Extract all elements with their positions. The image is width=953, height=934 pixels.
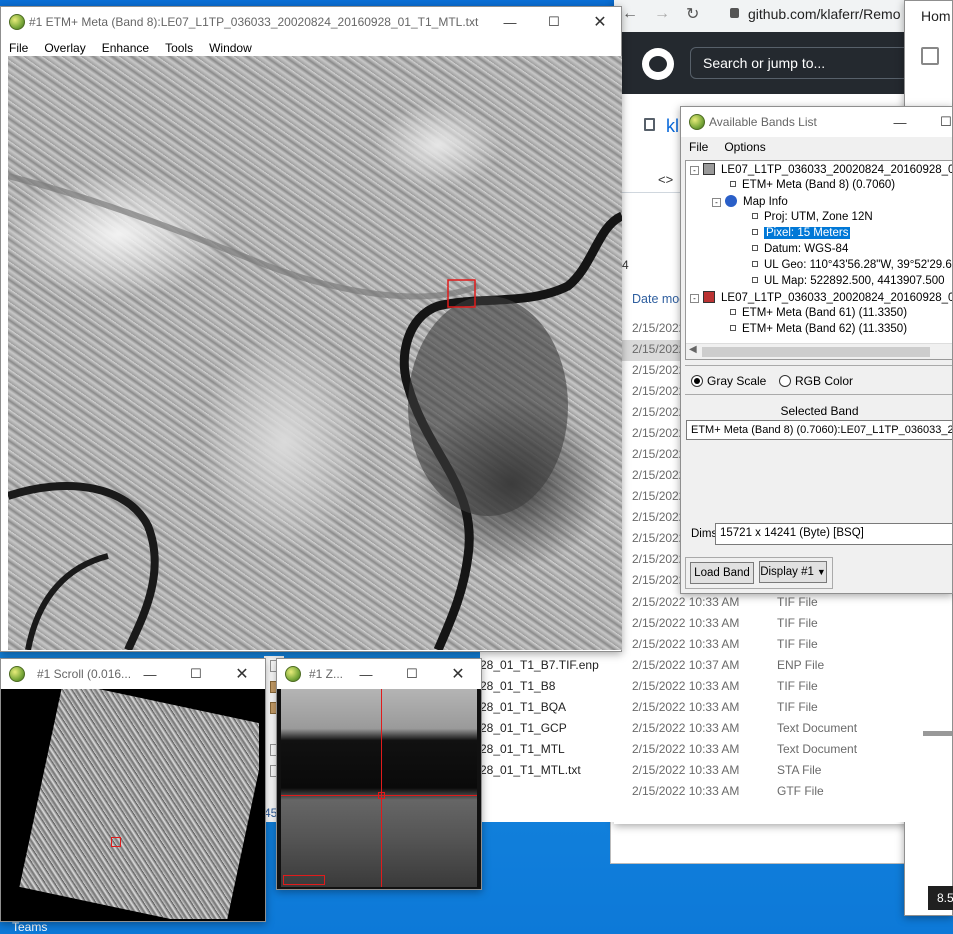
menu-options[interactable]: Options [716,137,773,159]
lock-icon [730,8,739,18]
tree-datum[interactable]: Datum: WGS-84 [752,243,848,255]
github-logo-icon[interactable] [642,48,674,80]
satellite-image-view[interactable] [8,56,622,650]
maximize-button[interactable]: ☐ [923,107,952,137]
envi-app-icon [9,666,25,682]
close-button[interactable]: ✕ [577,7,621,37]
main-window-title: #1 ETM+ Meta (Band 8):LE07_L1TP_036033_2… [29,15,479,29]
bands-menubar: File Options [681,137,952,159]
save-icon[interactable] [921,47,939,65]
maximize-button[interactable]: ☐ [389,659,435,689]
color-mode-group: Gray Scale RGB Color [685,365,952,395]
tree-band-8[interactable]: ETM+ Meta (Band 8) (0.7060) [730,179,895,191]
scroll-window: #1 Scroll (0.016... — ☐ ✕ [0,658,266,922]
envi-app-icon [689,114,705,130]
explorer-bottom-panel [610,820,910,864]
selected-band-field: ETM+ Meta (Band 8) (0.7060):LE07_L1TP_03… [686,420,952,440]
minimize-button[interactable]: — [127,659,173,689]
repo-name-fragment[interactable]: kl [666,116,679,137]
repo-tab-divider [622,192,682,193]
rgb-color-radio[interactable] [779,375,791,387]
gray-scale-radio[interactable] [691,375,703,387]
close-button[interactable]: ✕ [219,659,265,689]
envi-app-icon [9,14,25,30]
bands-window-titlebar[interactable]: Available Bands List — ☐ [681,107,952,137]
crosshair-center [378,792,385,799]
display-select[interactable]: Display #1 ▼ [759,561,827,583]
tree-band-62[interactable]: ETM+ Meta (Band 62) (11.3350) [730,323,907,335]
envi-app-icon [285,666,301,682]
globe-icon [725,195,737,207]
tree-ul-geo[interactable]: UL Geo: 110°43'56.28"W, 39°52'29.66" [752,259,952,271]
tree-file-1[interactable]: - LE07_L1TP_036033_20020824_20160928_01 [690,163,952,176]
load-band-button[interactable]: Load Band [690,562,754,584]
address-bar[interactable]: github.com/klaferr/Remo [748,6,901,22]
minimize-button[interactable]: — [487,7,533,37]
tree-map-info[interactable]: - Map Info [712,195,788,208]
tree-pixel[interactable]: Pixel: 15 Meters [752,227,851,239]
back-icon[interactable]: ← [622,5,638,23]
scroll-window-title: #1 Scroll (0.016... [37,667,132,681]
dropdown-arrow-icon: ▼ [816,567,826,577]
repo-book-icon [644,118,655,131]
forward-icon[interactable]: → [654,5,670,23]
scroll-position-box[interactable] [111,837,121,847]
count-fragment: 4 [622,258,629,272]
main-window-titlebar[interactable]: #1 ETM+ Meta (Band 8):LE07_L1TP_036033_2… [1,7,621,37]
list-item[interactable]: 2/15/2022 10:33 AM GTF File [480,781,910,802]
crosshair-vertical [381,689,382,887]
side-number-badge: 8.5 [928,886,953,910]
list-item[interactable]: 28_01_T1_B8 2/15/2022 10:33 AM TIF File [480,676,910,697]
zoom-controls[interactable] [283,875,325,885]
zoom-window-titlebar[interactable]: #1 Z... — ☐ ✕ [277,659,481,689]
minimize-button[interactable]: — [343,659,389,689]
minimize-button[interactable]: — [877,107,923,137]
list-item[interactable]: 28_01_T1_BQA 2/15/2022 10:33 AM TIF File [480,697,910,718]
bands-list-window: Available Bands List — ☐ File Options -L… [680,106,953,594]
tree-file-2[interactable]: - LE07_L1TP_036033_20020824_20160928_01 [690,291,952,304]
file-image-icon [703,163,715,175]
zoom-image[interactable] [281,689,477,887]
tree-band-61[interactable]: ETM+ Meta (Band 61) (11.3350) [730,307,907,319]
list-item[interactable]: 28_01_T1_B7.TIF.enp 2/15/2022 10:37 AM ENP… [480,655,910,676]
maximize-button[interactable]: ☐ [531,7,577,37]
tree-ul-map[interactable]: UL Map: 522892.500, 4413907.500 [752,275,945,287]
date-column-header[interactable]: Date mod [632,292,686,306]
dims-label: Dims [691,528,718,540]
file-image-icon [703,291,715,303]
menu-file[interactable]: File [681,137,716,159]
code-tab-icon[interactable]: <> [658,172,673,187]
tree-proj[interactable]: Proj: UTM, Zone 12N [752,211,873,223]
scroll-overview-image[interactable] [9,689,259,919]
band-tree: - LE07_L1TP_036033_20020824_20160928_01 E… [685,160,952,360]
bands-window-title: Available Bands List [709,115,817,129]
rgb-color-label[interactable]: RGB Color [795,374,853,388]
list-item[interactable]: 28_01_T1_GCP 2/15/2022 10:33 AM Text Docum… [480,718,910,739]
close-button[interactable]: ✕ [435,659,481,689]
selected-band-header: Selected Band [780,404,859,418]
zoom-window: #1 Z... — ☐ ✕ [276,658,482,890]
home-tab-label[interactable]: Hom [921,8,951,24]
maximize-button[interactable]: ☐ [173,659,219,689]
reload-icon[interactable]: ↻ [686,4,699,24]
list-item[interactable]: 28_01_T1_MTL 2/15/2022 10:33 AM Text Docum… [480,739,910,760]
tree-horizontal-scrollbar[interactable]: ◀ [686,343,952,359]
list-item[interactable]: 28_01_T1_MTL.txt 2/15/2022 10:33 AM STA Fi… [480,760,910,781]
scroll-window-titlebar[interactable]: #1 Scroll (0.016... — ☐ ✕ [1,659,265,689]
dims-field: 15721 x 14241 (Byte) [BSQ] [715,523,952,545]
zoom-window-title: #1 Z... [309,667,344,681]
scroll-line [923,731,952,736]
gray-scale-label[interactable]: Gray Scale [707,374,766,388]
